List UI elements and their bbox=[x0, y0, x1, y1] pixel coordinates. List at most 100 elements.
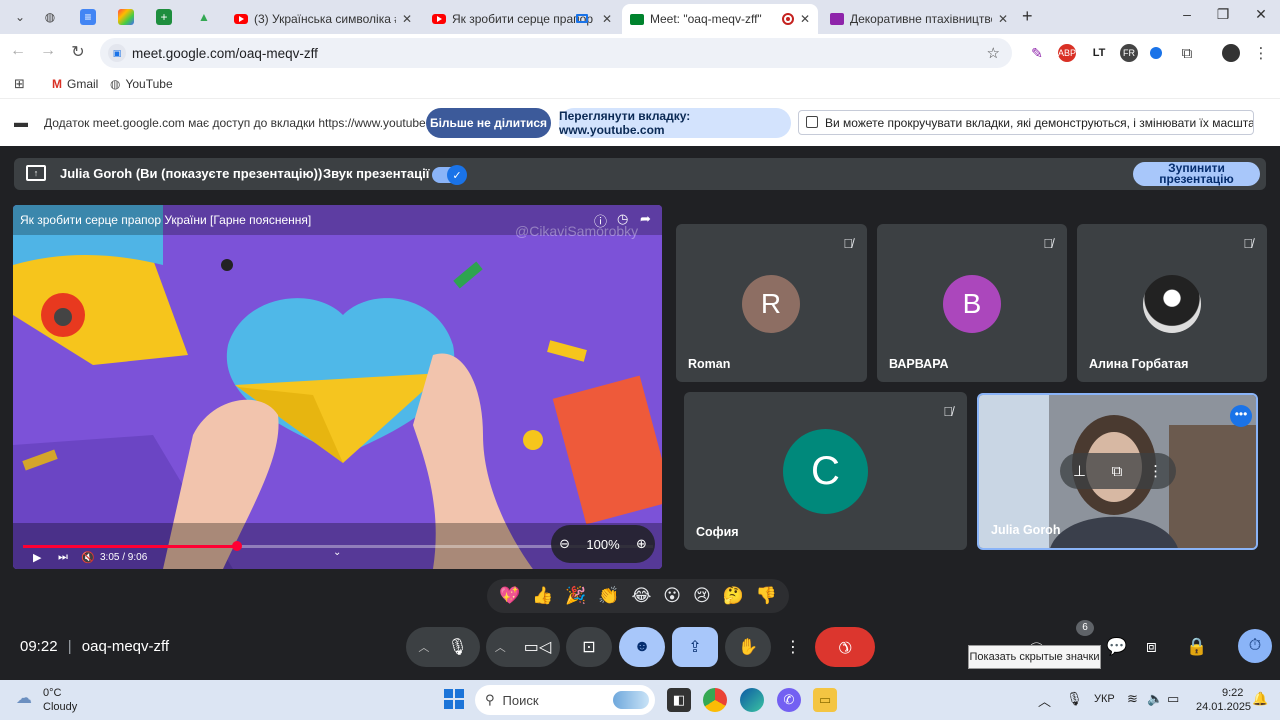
extensions-puzzle-icon[interactable]: ⧉ bbox=[1178, 44, 1196, 62]
info-icon[interactable]: ⓘ bbox=[594, 211, 607, 230]
forward-button[interactable]: → bbox=[36, 42, 60, 60]
raise-hand-button[interactable]: ✋ bbox=[725, 627, 771, 667]
participant-tile-roman[interactable]: 🎙̸ R Roman bbox=[676, 224, 867, 382]
address-bar[interactable]: ▣ meet.google.com/oaq-meqv-zff ☆ bbox=[100, 38, 1012, 68]
viber-icon[interactable]: ✆ bbox=[777, 688, 801, 712]
view-shared-tab-button[interactable]: Переглянути вкладку: www.youtube.com bbox=[559, 108, 791, 138]
close-icon[interactable]: ✕ bbox=[602, 12, 612, 26]
lt-extension-icon[interactable]: LT bbox=[1090, 44, 1108, 62]
reaction-clapping[interactable]: 👏 bbox=[598, 586, 619, 606]
adblock-extension-icon[interactable]: ABP bbox=[1058, 44, 1076, 62]
tab-search-icon[interactable]: ⌄ bbox=[10, 7, 30, 27]
wifi-icon[interactable]: ≋ bbox=[1127, 691, 1138, 707]
fr-extension-icon[interactable]: FR bbox=[1120, 44, 1138, 62]
tab-ukrainian-symbols[interactable]: (3) Українська символіка #тво ✕ bbox=[226, 4, 420, 34]
reaction-sparkling-heart[interactable]: 💖 bbox=[499, 586, 520, 606]
frame-icon[interactable]: ⧉ bbox=[1112, 463, 1123, 480]
close-icon[interactable]: ✕ bbox=[402, 12, 412, 26]
participant-tile-self[interactable]: ••• ⊥ ⧉ ⋮ Julia Goroh bbox=[977, 393, 1258, 550]
pinned-tab-sheets-icon[interactable]: + bbox=[156, 9, 172, 25]
reaction-thinking[interactable]: 🤔 bbox=[723, 586, 744, 606]
mute-icon[interactable]: 🔇 bbox=[81, 551, 95, 564]
url-text: meet.google.com/oaq-meqv-zff bbox=[132, 45, 318, 61]
minimize-button[interactable]: – bbox=[1172, 6, 1202, 22]
zoom-in-icon[interactable]: ⊕ bbox=[636, 536, 647, 552]
participant-tile-alina[interactable]: 🎙̸ Алина Горбатая bbox=[1077, 224, 1267, 382]
new-tab-button[interactable]: + bbox=[1022, 6, 1033, 27]
chat-icon[interactable]: 💬 bbox=[1106, 637, 1127, 657]
zoom-out-icon[interactable]: ⊖ bbox=[559, 536, 570, 552]
reaction-thumbs-down[interactable]: 👎 bbox=[756, 586, 777, 606]
back-button[interactable]: ← bbox=[6, 42, 30, 60]
stop-sharing-button[interactable]: Більше не ділитися bbox=[426, 108, 551, 138]
chrome-icon[interactable] bbox=[703, 688, 727, 712]
chevron-down-icon[interactable]: ⌄ bbox=[333, 547, 341, 558]
bookmark-star-icon[interactable]: ☆ bbox=[987, 44, 1000, 62]
site-info-icon[interactable]: ▣ bbox=[108, 44, 126, 62]
tab-heart-flag-video[interactable]: Як зробити серце прапор ✕ bbox=[424, 4, 620, 34]
leave-call-button[interactable]: ✆ bbox=[815, 627, 875, 667]
activities-icon[interactable]: ⧈ bbox=[1146, 637, 1157, 657]
reaction-crying[interactable]: 😢 bbox=[693, 586, 711, 606]
participant-tile-sofia[interactable]: 🎙̸ С София bbox=[684, 392, 967, 550]
weather-temp[interactable]: 0°C bbox=[43, 687, 61, 699]
more-options-icon[interactable]: ••• bbox=[1230, 405, 1252, 427]
reactions-button[interactable]: ☻ bbox=[619, 627, 665, 667]
presentation-sound-toggle[interactable]: ✓ bbox=[432, 165, 467, 185]
show-hidden-icons-chevron[interactable]: ︿ bbox=[1038, 691, 1051, 710]
weather-text[interactable]: Cloudy bbox=[43, 701, 77, 713]
reaction-thumbs-up[interactable]: 👍 bbox=[532, 586, 553, 606]
tab-classroom[interactable]: Декоративне птахівництво - 2 ✕ bbox=[822, 4, 1016, 34]
participant-tile-varvara[interactable]: 🎙̸ В ВАРВАРА bbox=[877, 224, 1067, 382]
pinned-tab-globe-icon[interactable]: ◍ bbox=[40, 7, 60, 27]
play-icon[interactable]: ▶ bbox=[33, 551, 41, 564]
battery-icon[interactable]: ▭ bbox=[1167, 691, 1179, 707]
timer-icon[interactable]: ⏱ bbox=[1238, 629, 1272, 663]
close-icon[interactable]: ✕ bbox=[998, 12, 1008, 26]
profile-avatar[interactable] bbox=[1222, 44, 1240, 62]
windows-start-icon[interactable] bbox=[444, 689, 464, 709]
language-indicator[interactable]: УКР bbox=[1094, 693, 1115, 705]
microphone-tray-icon[interactable]: 🎙 bbox=[1066, 691, 1083, 707]
next-icon[interactable]: ⏭ bbox=[58, 551, 68, 564]
more-vert-icon[interactable]: ⋮ bbox=[1148, 462, 1163, 480]
close-icon[interactable]: ✕ bbox=[800, 12, 810, 26]
pen-extension-icon[interactable]: ✎ bbox=[1028, 44, 1046, 62]
notification-bell-icon[interactable]: 🔔 bbox=[1252, 691, 1268, 707]
chevron-up-icon[interactable]: ︿ bbox=[418, 639, 429, 655]
more-options-button[interactable]: ⋮ bbox=[778, 627, 808, 667]
chrome-menu-icon[interactable]: ⋮ bbox=[1252, 44, 1270, 62]
share-icon[interactable]: ➦ bbox=[640, 211, 651, 227]
microphone-icon[interactable]: 🎙 bbox=[447, 637, 467, 657]
taskbar-date[interactable]: 24.01.2025 bbox=[1196, 701, 1251, 713]
close-window-button[interactable]: ✕ bbox=[1246, 6, 1276, 23]
pinned-tab-jamboard-icon[interactable] bbox=[118, 9, 134, 25]
host-controls-icon[interactable]: 🔒 bbox=[1186, 637, 1207, 657]
tab-meet[interactable]: Meet: "oaq-meqv-zff" ✕ bbox=[622, 4, 818, 34]
reload-button[interactable]: ↻ bbox=[66, 42, 90, 62]
pinned-tab-docs-icon[interactable]: ≡ bbox=[80, 9, 96, 25]
taskbar-search[interactable]: ⚲ Поиск bbox=[475, 685, 655, 715]
blue-dot-extension-icon[interactable] bbox=[1150, 47, 1162, 59]
present-now-button[interactable]: ⇪ bbox=[672, 627, 718, 667]
pinned-tab-drive-icon[interactable]: ▲ bbox=[194, 7, 214, 27]
task-view-icon[interactable]: ◧ bbox=[667, 688, 691, 712]
apps-grid-icon[interactable]: ⊞ bbox=[14, 76, 25, 92]
taskbar-time[interactable]: 9:22 bbox=[1222, 687, 1243, 699]
edge-icon[interactable] bbox=[740, 688, 764, 712]
pin-icon[interactable]: ⊥ bbox=[1073, 462, 1086, 480]
restore-button[interactable]: ❐ bbox=[1208, 6, 1238, 23]
stop-presenting-button[interactable]: Зупинити презентацію bbox=[1133, 162, 1260, 186]
reaction-party-popper[interactable]: 🎉 bbox=[565, 586, 586, 606]
captions-button[interactable]: ⊡ bbox=[566, 627, 612, 667]
reaction-surprised[interactable]: 😮 bbox=[663, 586, 681, 606]
bookmark-youtube[interactable]: ◍ YouTube bbox=[110, 77, 173, 91]
reaction-tears-of-joy[interactable]: 😂 bbox=[631, 586, 651, 606]
bookmark-gmail[interactable]: M Gmail bbox=[52, 77, 98, 91]
camera-icon[interactable]: ▭◁ bbox=[524, 637, 551, 657]
chevron-up-icon[interactable]: ︿ bbox=[495, 639, 506, 655]
presented-video[interactable]: Як зробити серце прапор України [Гарне п… bbox=[13, 205, 662, 569]
watch-later-icon[interactable]: ◷ bbox=[617, 211, 628, 227]
file-explorer-icon[interactable]: ▭ bbox=[813, 688, 837, 712]
volume-icon[interactable]: 🔈 bbox=[1147, 691, 1163, 707]
